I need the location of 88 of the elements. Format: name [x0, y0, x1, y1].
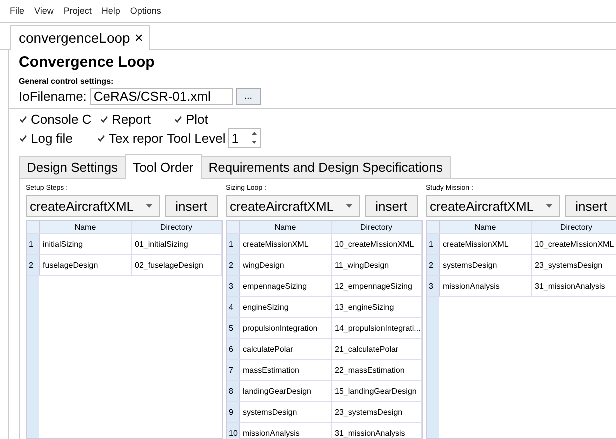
table-cell: 15_landingGearDesign: [332, 381, 422, 401]
table-cell: 02_fuselageDesign: [132, 255, 222, 275]
level-spinbox[interactable]: 1: [228, 128, 261, 148]
table-cell: 23_systemsDesign: [332, 402, 422, 422]
table-cell: propulsionIntegration: [240, 318, 332, 338]
table-cell: 23_systemsDesign: [532, 255, 616, 275]
checkbox-label: Console C: [31, 112, 92, 126]
row-number: 1: [227, 234, 240, 254]
table-cell: 31_missionAnalysis: [332, 423, 422, 439]
table-cell: 11_wingDesign: [332, 255, 422, 275]
table-cell: 14_propulsionIntegrati...: [332, 318, 422, 338]
row-number: 2: [227, 255, 240, 275]
row-number: 8: [227, 381, 240, 401]
menu-item[interactable]: View: [34, 6, 54, 16]
row-number: 3: [427, 276, 440, 296]
table-cell: systemsDesign: [440, 255, 532, 275]
table-cell: initialSizing: [40, 234, 132, 254]
caret-icon: [346, 204, 353, 208]
caret-icon: [546, 204, 553, 208]
table-cell: empennageSizing: [240, 276, 332, 296]
row-number: 5: [227, 318, 240, 338]
page-title: Convergence Loop: [19, 54, 156, 73]
table-cell: 10_createMissionXML: [332, 234, 422, 254]
row-number: 6: [227, 339, 240, 359]
tool-dropdown[interactable]: createAircraftXML: [426, 195, 560, 217]
tool-dropdown[interactable]: createAircraftXML: [26, 195, 160, 217]
tab[interactable]: Design Settings: [19, 156, 126, 178]
table-cell: 22_massEstimation: [332, 360, 422, 380]
menu-item[interactable]: Options: [130, 6, 162, 16]
table-cell: massEstimation: [240, 360, 332, 380]
table-cell: wingDesign: [240, 255, 332, 275]
filename-field[interactable]: CeRAS/CSR-01.xml: [90, 88, 233, 104]
table-cell: calculatePolar: [240, 339, 332, 359]
insert-button[interactable]: insert: [165, 195, 218, 217]
column-header[interactable]: Directory: [532, 221, 616, 233]
checkbox[interactable]: [97, 134, 106, 142]
tab[interactable]: Requirements and Design Specifications: [200, 156, 451, 178]
row-number: 9: [227, 402, 240, 422]
table-cell: systemsDesign: [240, 402, 332, 422]
table-cell: 01_initialSizing: [132, 234, 222, 254]
checkbox[interactable]: [100, 114, 109, 124]
column-header[interactable]: Name: [240, 221, 332, 233]
checkbox-label: Tex repor: [109, 130, 164, 146]
row-number: 2: [427, 255, 440, 275]
insert-button[interactable]: insert: [565, 195, 616, 217]
table-cell: createMissionXML: [240, 234, 332, 254]
menu-item[interactable]: Project: [64, 6, 92, 16]
row-number: 1: [427, 234, 440, 254]
row-number: 7: [227, 360, 240, 380]
row-number: 2: [27, 255, 40, 275]
menu-item[interactable]: Help: [102, 6, 120, 16]
table-cell: fuselageDesign: [40, 255, 132, 275]
close-icon[interactable]: ✕: [134, 32, 144, 44]
checkbox[interactable]: [174, 114, 183, 124]
menu-item[interactable]: File: [10, 6, 25, 16]
table-cell: missionAnalysis: [240, 423, 332, 439]
row-number: 10: [227, 423, 240, 439]
tab[interactable]: Tool Order: [125, 154, 202, 179]
table-cell: engineSizing: [240, 297, 332, 317]
row-number: 4: [227, 297, 240, 317]
spin-label: Tool Level: [167, 130, 226, 146]
row-number: 3: [227, 276, 240, 296]
table-cell: landingGearDesign: [240, 381, 332, 401]
table-cell: 13_engineSizing: [332, 297, 422, 317]
checkbox-label: Report: [112, 112, 152, 126]
tool-dropdown[interactable]: createAircraftXML: [226, 195, 360, 217]
checkbox[interactable]: [19, 114, 28, 124]
document-tab[interactable]: convergenceLoop ✕: [10, 25, 150, 50]
table-cell: 31_missionAnalysis: [532, 276, 616, 296]
spin-arrows-icon[interactable]: [250, 130, 260, 146]
field-label: IoFilename:: [19, 88, 87, 104]
column-header[interactable]: Name: [40, 221, 132, 233]
column-header[interactable]: Directory: [132, 221, 222, 233]
checkbox[interactable]: [19, 134, 28, 142]
column-header[interactable]: Name: [440, 221, 532, 233]
checkbox-label: Plot: [186, 112, 208, 126]
table-cell: createMissionXML: [440, 234, 532, 254]
table-cell: missionAnalysis: [440, 276, 532, 296]
column-header[interactable]: Directory: [332, 221, 422, 233]
table-cell: 12_empennageSizing: [332, 276, 422, 296]
checkbox-label: Log file: [31, 130, 73, 146]
table-cell: 21_calculatePolar: [332, 339, 422, 359]
table-cell: 10_createMissionXML: [532, 234, 616, 254]
caret-icon: [146, 204, 153, 208]
browse-button[interactable]: ...: [236, 88, 261, 104]
row-number: 1: [27, 234, 40, 254]
section-label: General control settings:: [19, 77, 115, 86]
insert-button[interactable]: insert: [365, 195, 418, 217]
